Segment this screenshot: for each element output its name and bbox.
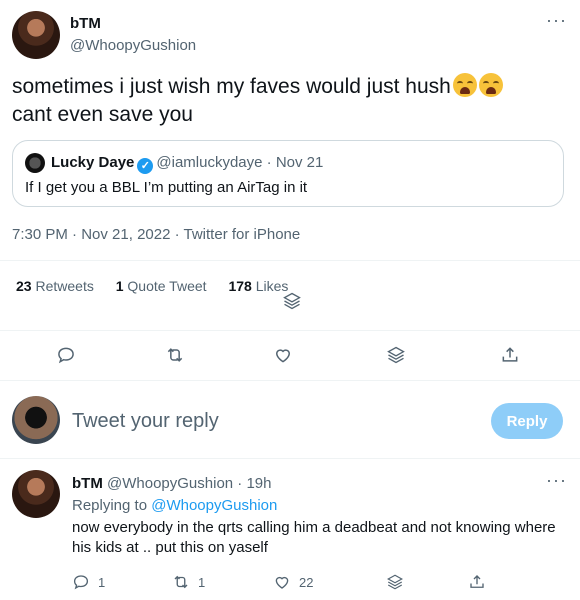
reply-text: now everybody in the qrts calling him a … — [72, 519, 556, 556]
reply-button[interactable]: Reply — [491, 403, 563, 439]
quote-author-name: Lucky Daye — [51, 154, 135, 171]
tweet-text-line1: sometimes i just wish my faves would jus… — [12, 75, 451, 98]
tweet-text-line2: cant even save you — [12, 103, 193, 126]
reply-author-handle[interactable]: @WhoopyGushion — [107, 475, 233, 492]
author-handle[interactable]: @WhoopyGushion — [70, 37, 196, 54]
reply-icon — [73, 575, 89, 590]
quote-date: Nov 21 — [275, 154, 324, 171]
quote-tweet-card[interactable]: Lucky Daye ✓ @iamluckydaye · Nov 21 If I g… — [12, 140, 564, 207]
retweet-count: 1 — [198, 574, 206, 590]
tweet-meta: 7:30 PM · Nov 21, 2022 · Twitter for iPh… — [12, 226, 301, 243]
tweet-text: sometimes i just wish my faves would jus… — [12, 73, 572, 129]
quote-separator: · — [266, 154, 272, 171]
divider — [0, 330, 580, 331]
tweet-date[interactable]: Nov 21, 2022 — [81, 226, 170, 243]
divider — [0, 260, 580, 261]
quote-header: Lucky Daye ✓ @iamluckydaye · Nov 21 — [51, 154, 323, 174]
share-icon[interactable] — [498, 343, 522, 367]
reply-icon[interactable] — [54, 343, 78, 367]
quote-text: If I get you a BBL I’m putting an AirTag… — [25, 179, 308, 196]
reply-retweet-action[interactable]: 1 — [172, 573, 205, 591]
reply-reply-action[interactable]: 1 — [72, 573, 105, 591]
replying-to-prefix: Replying to — [72, 497, 148, 514]
more-horizontal-icon[interactable]: ··· — [546, 10, 567, 31]
stack-icon — [387, 574, 403, 590]
verified-badge-icon: ✓ — [137, 158, 154, 174]
divider — [0, 458, 580, 459]
tweet-client[interactable]: Twitter for iPhone — [184, 226, 301, 243]
more-horizontal-icon[interactable]: ··· — [546, 470, 567, 491]
reply-age[interactable]: 19h — [246, 475, 271, 492]
retweet-icon[interactable] — [163, 343, 187, 367]
quote-author-handle: @iamluckydaye — [156, 154, 263, 171]
share-icon — [470, 575, 484, 588]
divider — [0, 380, 580, 381]
quote-author-avatar — [25, 153, 45, 173]
loudly-crying-face-icon — [478, 73, 503, 97]
loudly-crying-face-icon — [452, 73, 477, 97]
reply-like-action[interactable]: 22 — [273, 573, 313, 591]
author-avatar[interactable] — [12, 11, 60, 59]
current-user-avatar[interactable] — [12, 396, 60, 444]
like-heart-icon — [275, 576, 289, 589]
reply-author-avatar[interactable] — [12, 470, 60, 518]
retweets-stat[interactable]: 23 Retweets — [16, 278, 94, 294]
quote-tweets-stat[interactable]: 1 Quote Tweet — [116, 278, 207, 294]
like-count: 22 — [299, 574, 314, 590]
replying-to-line: Replying to @WhoopyGushion — [72, 497, 277, 514]
like-heart-icon[interactable] — [271, 343, 295, 367]
reply-author-name[interactable]: bTM — [72, 475, 103, 492]
author-display-name[interactable]: bTM — [70, 15, 101, 32]
reply-input[interactable]: Tweet your reply — [72, 410, 219, 433]
reply-share-action[interactable] — [468, 573, 486, 591]
stack-icon[interactable] — [384, 343, 408, 367]
reply-stack-action[interactable] — [386, 573, 404, 591]
reply-count: 1 — [98, 574, 106, 590]
tweet-time[interactable]: 7:30 PM — [12, 226, 68, 243]
retweet-icon — [174, 575, 188, 589]
replying-to-handle[interactable]: @WhoopyGushion — [151, 497, 277, 514]
reply-header: bTM @WhoopyGushion · 19h — [72, 475, 272, 492]
stack-icon[interactable] — [280, 289, 304, 313]
tweet-stats: 23 Retweets 1 Quote Tweet 178 Likes — [16, 278, 306, 294]
